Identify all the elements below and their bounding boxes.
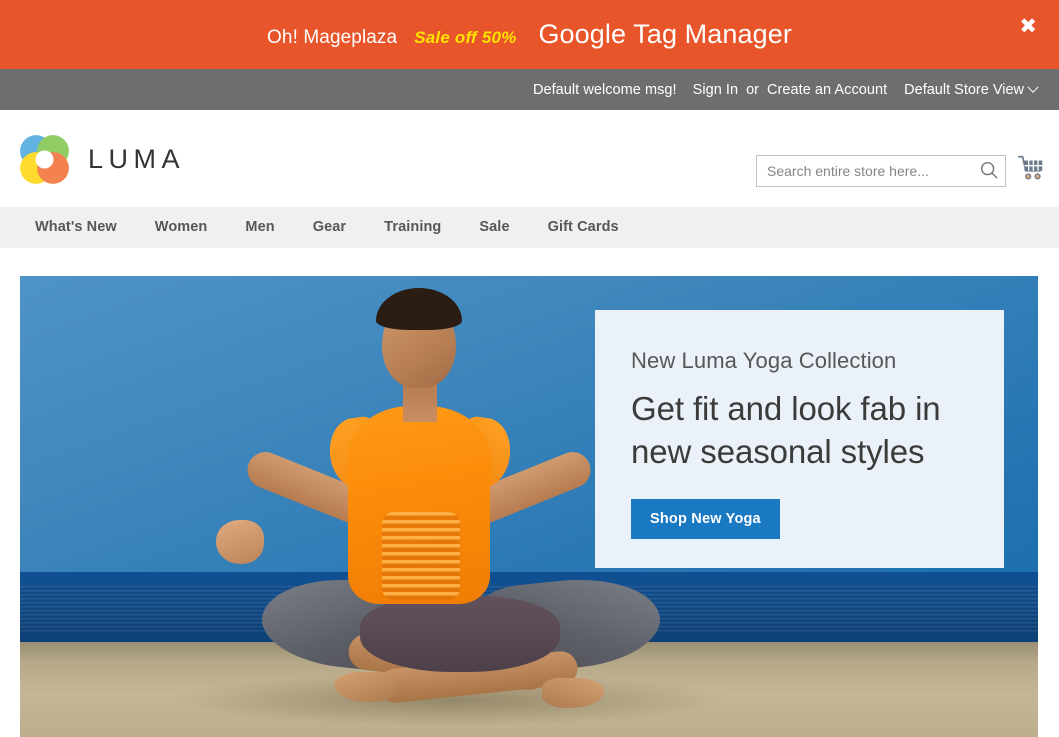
close-icon[interactable]: ✖ (1019, 16, 1037, 37)
create-account-link[interactable]: Create an Account (767, 82, 887, 98)
nav-item-gear[interactable]: Gear (294, 207, 365, 248)
figure-right-foot (542, 678, 604, 708)
search-form (756, 155, 1006, 187)
chevron-down-icon (1027, 81, 1039, 93)
account-panel-bar: Default welcome msg! Sign In or Create a… (0, 69, 1059, 110)
search-input[interactable] (756, 155, 1006, 187)
hero-content-card: New Luma Yoga Collection Get fit and loo… (595, 310, 1004, 568)
nav-item-gift-cards[interactable]: Gift Cards (529, 207, 638, 248)
hero-headline: Get fit and look fab in new seasonal sty… (631, 390, 941, 470)
figure-shirt-detail (382, 512, 460, 600)
promo-sale-label: Sale off 50% (414, 28, 517, 47)
nav-item-training[interactable]: Training (365, 207, 460, 248)
figure-left-hand (216, 520, 264, 564)
figure-left-foot (334, 672, 396, 702)
store-view-label: Default Store View (904, 81, 1024, 98)
main-navigation: What's New Women Men Gear Training Sale … (0, 207, 1059, 248)
shop-new-yoga-button[interactable]: Shop New Yoga (631, 498, 780, 539)
welcome-message: Default welcome msg! (532, 81, 677, 98)
search-icon[interactable] (977, 159, 1001, 183)
shopping-cart-icon[interactable] (1015, 153, 1047, 185)
logo-link[interactable]: LUMA (18, 133, 185, 186)
logo-wordmark: LUMA (88, 144, 186, 174)
figure-hair (376, 288, 462, 330)
hero-section: New Luma Yoga Collection Get fit and loo… (0, 248, 1059, 737)
hero-eyebrow-text: New Luma Yoga Collection (631, 348, 897, 373)
hero-banner[interactable]: New Luma Yoga Collection Get fit and loo… (20, 276, 1038, 737)
nav-item-whats-new[interactable]: What's New (16, 207, 136, 248)
account-links: Default welcome msg! Sign In or Create a… (532, 81, 1039, 98)
figure-lap (360, 596, 560, 672)
promo-banner-content: Oh! Mageplaza Sale off 50% Google Tag Ma… (267, 19, 792, 50)
site-header: LUMA (0, 110, 1059, 207)
sign-in-link[interactable]: Sign In (693, 82, 739, 98)
nav-item-men[interactable]: Men (226, 207, 293, 248)
nav-item-women[interactable]: Women (136, 207, 227, 248)
store-view-switcher[interactable]: Default Store View (904, 81, 1039, 98)
luma-flower-logo-icon (20, 135, 69, 184)
promo-title-label: Google Tag Manager (538, 19, 792, 49)
nav-item-sale[interactable]: Sale (460, 207, 528, 248)
promo-brand-label: Oh! Mageplaza (267, 27, 398, 48)
links-separator: or (746, 81, 760, 98)
promo-banner: Oh! Mageplaza Sale off 50% Google Tag Ma… (0, 0, 1059, 69)
